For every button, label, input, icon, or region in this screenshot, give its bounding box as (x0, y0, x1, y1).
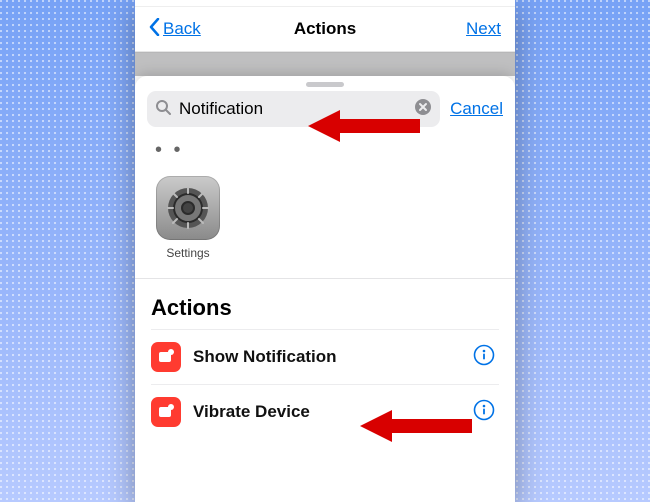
action-vibrate-device[interactable]: Vibrate Device (151, 384, 499, 439)
status-bar (135, 0, 515, 7)
action-show-notification[interactable]: Show Notification (151, 329, 499, 384)
vibrate-icon (151, 397, 181, 427)
info-icon[interactable] (473, 344, 499, 371)
search-row: Cancel (135, 91, 515, 137)
search-field[interactable] (147, 91, 440, 127)
cancel-button[interactable]: Cancel (450, 99, 503, 119)
next-button[interactable]: Next (466, 19, 501, 39)
separator (135, 278, 515, 279)
app-settings[interactable]: Settings (151, 176, 225, 260)
grabber-handle[interactable] (306, 82, 344, 87)
back-label: Back (163, 19, 201, 39)
chevron-left-icon (149, 18, 161, 41)
truncated-apps-label: • • (155, 139, 495, 162)
device-frame: Back Actions Next Cancel • • (135, 0, 515, 502)
section-title-actions: Actions (151, 295, 499, 321)
sheet-backdrop (135, 52, 515, 76)
notification-icon (151, 342, 181, 372)
search-sheet: Cancel • • (135, 76, 515, 502)
info-icon[interactable] (473, 399, 499, 426)
results-scroll[interactable]: • • (135, 137, 515, 502)
apps-row: Settings (151, 170, 499, 278)
action-label: Show Notification (193, 347, 461, 367)
search-icon (155, 99, 171, 120)
back-button[interactable]: Back (149, 18, 201, 41)
nav-bar: Back Actions Next (135, 7, 515, 52)
settings-icon (156, 176, 220, 240)
clear-icon[interactable] (414, 98, 432, 121)
action-label: Vibrate Device (193, 402, 461, 422)
app-label: Settings (151, 246, 225, 260)
search-input[interactable] (177, 98, 408, 120)
